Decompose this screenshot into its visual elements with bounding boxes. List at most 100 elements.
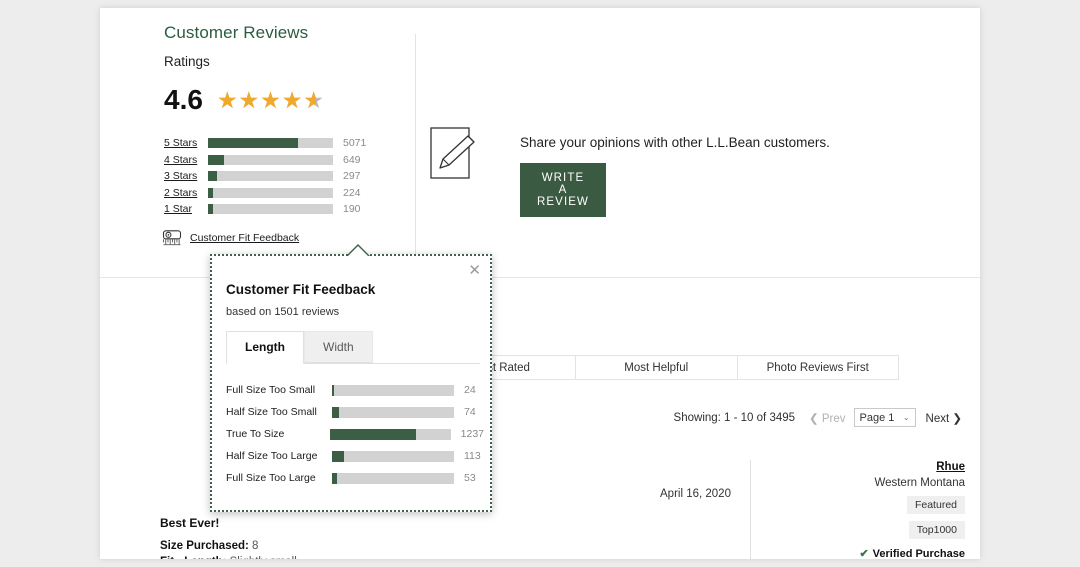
- close-icon[interactable]: ✕: [468, 263, 481, 278]
- fit-row-count: 113: [464, 450, 481, 462]
- histogram-fill: [208, 188, 213, 198]
- review-attribute-value: Slightly small: [230, 556, 297, 559]
- histogram-star-link[interactable]: 4 Stars: [164, 154, 204, 166]
- verified-purchase: ✔ Verified Purchase: [735, 547, 965, 559]
- fit-row-fill: [332, 385, 334, 396]
- histogram-count: 297: [343, 170, 383, 182]
- badge-featured: Featured: [907, 496, 965, 514]
- next-page-button[interactable]: Next ❯: [926, 411, 962, 425]
- fit-dimension-tabs: LengthWidth: [226, 331, 480, 364]
- fit-tab-width[interactable]: Width: [304, 331, 373, 363]
- fit-row-label: Half Size Too Small: [226, 406, 332, 418]
- fit-row-fill: [332, 451, 344, 462]
- histogram-fill: [208, 138, 298, 148]
- check-icon: ✔: [859, 548, 868, 559]
- histogram-star-link[interactable]: 3 Stars: [164, 170, 204, 182]
- fit-row: Full Size Too Large 53: [226, 467, 484, 489]
- pagination: Showing: 1 - 10 of 3495 ❮ Prev Page 1 ⌄ …: [674, 408, 962, 427]
- prev-page-button[interactable]: ❮ Prev: [809, 411, 845, 425]
- fit-row: Full Size Too Small 24: [226, 379, 484, 401]
- screenshot-root: Customer Reviews Ratings 4.6 ★★★★★ ★★★★★…: [0, 0, 1080, 567]
- fit-row-track: [330, 429, 450, 440]
- fit-tab-length[interactable]: Length: [226, 331, 304, 364]
- rating-summary: 4.6 ★★★★★ ★★★★★: [164, 86, 325, 114]
- fit-row: True To Size 1237: [226, 423, 484, 445]
- fit-row-label: Full Size Too Small: [226, 384, 332, 396]
- review-attribute-label: Size Purchased:: [160, 540, 249, 552]
- showing-count: Showing: 1 - 10 of 3495: [674, 412, 795, 424]
- review-title: Best Ever!: [160, 516, 219, 530]
- fit-row: Half Size Too Small 74: [226, 401, 484, 423]
- histogram-row: 3 Stars 297: [164, 168, 383, 185]
- histogram-star-link[interactable]: 1 Star: [164, 203, 204, 215]
- popup-title: Customer Fit Feedback: [226, 282, 375, 297]
- page-title: Customer Reviews: [164, 23, 308, 43]
- fit-row-track: [332, 473, 454, 484]
- page-select-value: Page 1: [860, 412, 895, 424]
- sort-tab[interactable]: Most Helpful: [576, 356, 738, 379]
- fit-row-label: Half Size Too Large: [226, 450, 332, 462]
- review-attribute: Size Purchased: 8: [160, 538, 297, 554]
- review-attribute-list: Size Purchased: 8Fit - Length: Slightly …: [160, 538, 297, 559]
- fit-row-fill: [330, 429, 415, 440]
- review-attribute-label: Fit - Length:: [160, 556, 226, 559]
- fit-row-track: [332, 385, 454, 396]
- fit-feedback-histogram: Full Size Too Small 24 Half Size Too Small…: [226, 379, 484, 489]
- histogram-track: [208, 188, 333, 198]
- review-date: April 16, 2020: [660, 488, 731, 500]
- histogram-count: 190: [343, 203, 383, 215]
- histogram-track: [208, 155, 333, 165]
- histogram-fill: [208, 155, 224, 165]
- customer-fit-feedback-popup: ✕ Customer Fit Feedback based on 1501 re…: [210, 254, 492, 512]
- histogram-fill: [208, 171, 217, 181]
- fit-row-track: [332, 407, 454, 418]
- fit-row-label: True To Size: [226, 428, 330, 440]
- write-a-review-button[interactable]: WRITE A REVIEW: [520, 163, 606, 217]
- fit-row-count: 1237: [461, 428, 484, 440]
- histogram-star-link[interactable]: 2 Stars: [164, 187, 204, 199]
- badge-top1000: Top1000: [909, 521, 965, 539]
- review-author-meta: Rhue Western Montana Featured Top1000 ✔ V…: [735, 461, 965, 559]
- histogram-track: [208, 204, 333, 214]
- popup-subtitle: based on 1501 reviews: [226, 306, 339, 318]
- page-select[interactable]: Page 1 ⌄: [854, 408, 916, 427]
- column-divider: [415, 34, 416, 277]
- customer-fit-feedback-link[interactable]: Customer Fit Feedback: [162, 229, 299, 246]
- reviewer-location: Western Montana: [735, 477, 965, 489]
- fit-row-fill: [332, 407, 339, 418]
- reviewer-name[interactable]: Rhue: [735, 461, 965, 473]
- fit-row: Half Size Too Large 113: [226, 445, 484, 467]
- histogram-fill: [208, 204, 213, 214]
- star-rating: ★★★★★ ★★★★★: [217, 89, 325, 112]
- pencil-on-paper-icon: [430, 126, 478, 181]
- fit-row-count: 74: [464, 406, 476, 418]
- histogram-count: 224: [343, 187, 383, 199]
- histogram-row: 2 Stars 224: [164, 185, 383, 202]
- fit-row-label: Full Size Too Large: [226, 472, 332, 484]
- customer-reviews-card: Customer Reviews Ratings 4.6 ★★★★★ ★★★★★…: [100, 8, 980, 559]
- histogram-track: [208, 138, 333, 148]
- review-attribute-value: 8: [252, 540, 258, 552]
- ratings-heading: Ratings: [164, 54, 210, 69]
- ratings-histogram: 5 Stars 5071 4 Stars 649 3 Stars 297 2 Stars 22…: [164, 135, 383, 218]
- histogram-star-link[interactable]: 5 Stars: [164, 137, 204, 149]
- average-score: 4.6: [164, 86, 203, 114]
- tape-measure-icon: [162, 229, 182, 246]
- fit-link-label: Customer Fit Feedback: [190, 232, 299, 244]
- chevron-down-icon: ⌄: [903, 413, 910, 422]
- star-fill-icon: ★★★★★: [217, 89, 316, 112]
- verified-purchase-label: Verified Purchase: [873, 548, 965, 559]
- fit-row-track: [332, 451, 454, 462]
- histogram-row: 4 Stars 649: [164, 152, 383, 169]
- review-attribute: Fit - Length: Slightly small: [160, 554, 297, 559]
- fit-row-fill: [332, 473, 337, 484]
- histogram-count: 5071: [343, 137, 383, 149]
- histogram-row: 1 Star 190: [164, 201, 383, 218]
- fit-row-count: 53: [464, 472, 476, 484]
- histogram-row: 5 Stars 5071: [164, 135, 383, 152]
- share-opinions-text: Share your opinions with other L.L.Bean …: [520, 135, 830, 150]
- fit-row-count: 24: [464, 384, 476, 396]
- sort-tab[interactable]: Photo Reviews First: [738, 356, 899, 379]
- histogram-track: [208, 171, 333, 181]
- histogram-count: 649: [343, 154, 383, 166]
